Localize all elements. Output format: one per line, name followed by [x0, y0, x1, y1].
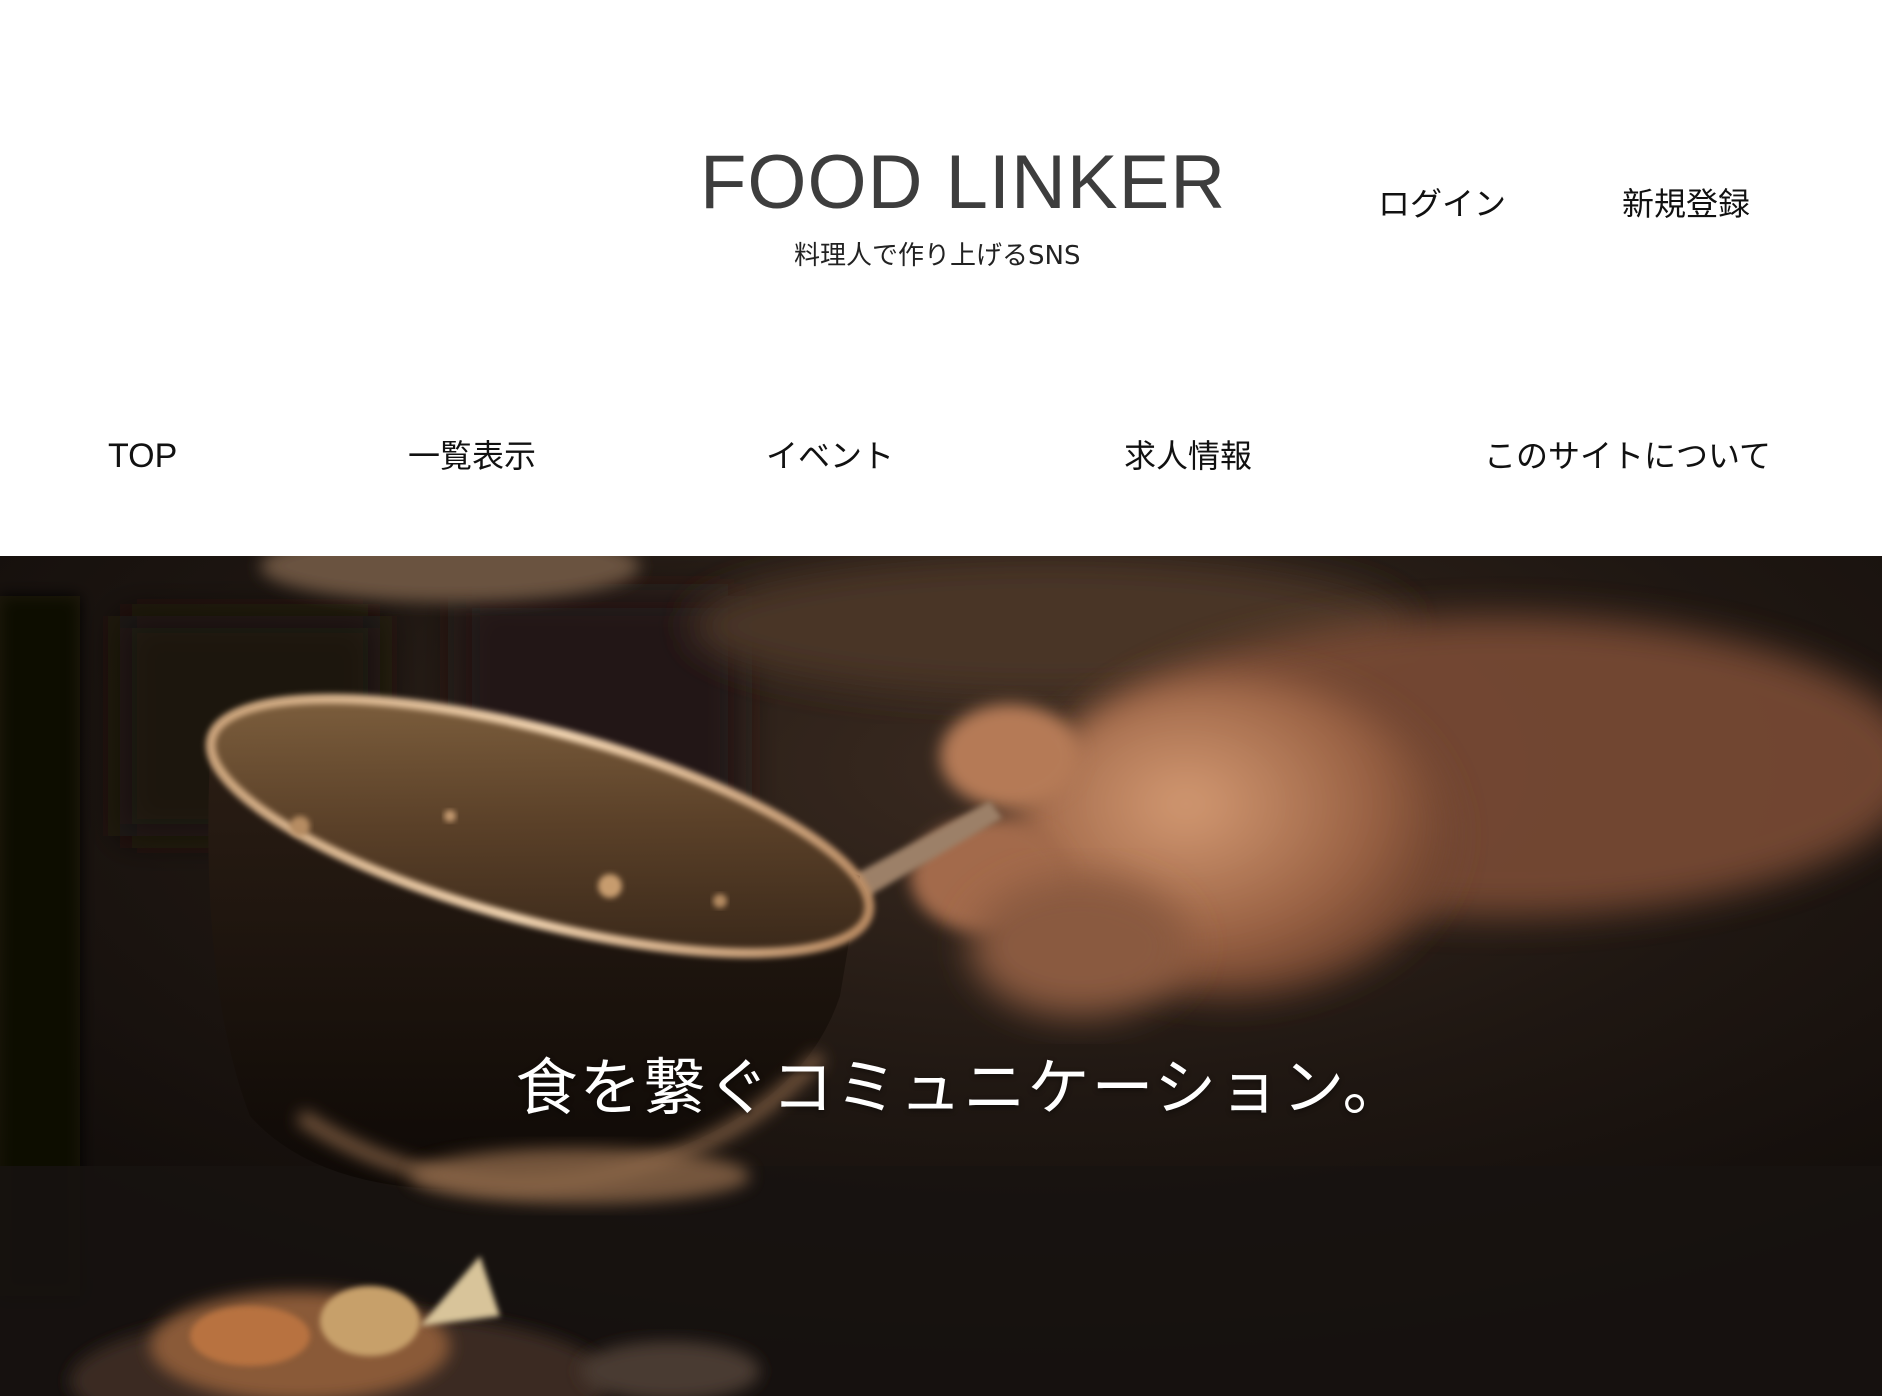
signup-link[interactable]: 新規登録	[1622, 184, 1750, 224]
site-tagline: 料理人で作り上げるSNS	[794, 241, 1081, 271]
nav-item-about[interactable]: このサイトについて	[1484, 432, 1771, 480]
site-title[interactable]: FOOD LINKER	[700, 138, 1226, 228]
page: FOOD LINKER 料理人で作り上げるSNS ログイン 新規登録 TOP 一…	[0, 0, 1882, 1396]
main-nav: TOP 一覧表示 イベント 求人情報 このサイトについて	[0, 432, 1882, 480]
brand: FOOD LINKER 料理人で作り上げるSNS	[0, 138, 1882, 328]
nav-item-jobs[interactable]: 求人情報	[1124, 432, 1252, 480]
nav-item-list[interactable]: 一覧表示	[408, 432, 536, 480]
nav-item-events[interactable]: イベント	[766, 432, 894, 480]
hero-caption: 食を繋ぐコミュニケーション。	[515, 1051, 1407, 1124]
nav-item-top[interactable]: TOP	[108, 432, 177, 480]
hero-image	[0, 556, 1882, 1396]
login-link[interactable]: ログイン	[1378, 184, 1506, 224]
hero-banner	[0, 556, 1882, 1396]
